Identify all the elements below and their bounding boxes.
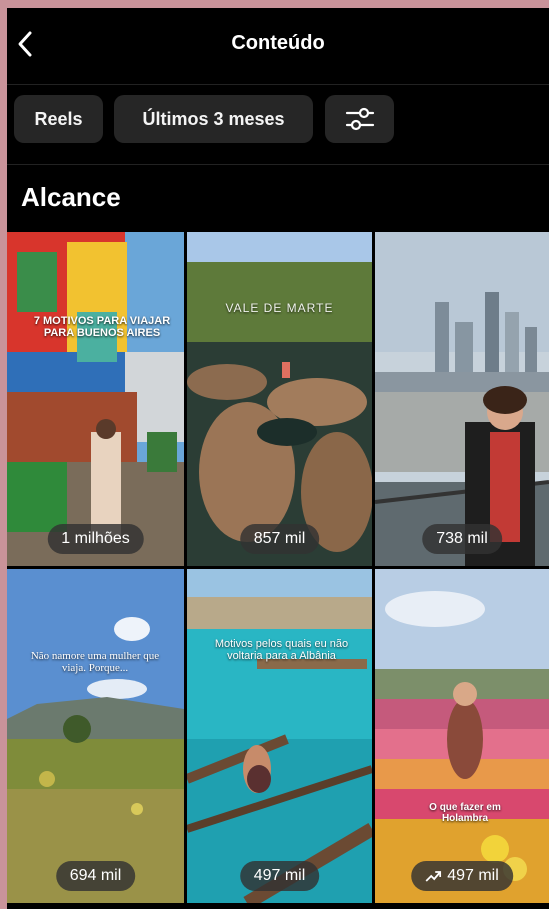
reel-thumbnail[interactable]: VALE DE MARTE 857 mil xyxy=(187,232,372,566)
reel-thumbnail[interactable]: Não namore uma mulher que viaja. Porque.… xyxy=(7,569,184,903)
thumbnail-image xyxy=(7,232,184,566)
reel-overlay-text: O que fazer em Holambra xyxy=(429,802,501,824)
reach-value: 497 mil xyxy=(447,867,499,884)
reach-badge: 694 mil xyxy=(55,861,136,891)
thumbnail-image xyxy=(187,232,372,566)
reel-overlay-text: 7 MOTIVOS PARA VIAJAR PARA BUENOS AIRES xyxy=(33,315,171,339)
filter-bar: Reels Últimos 3 meses xyxy=(7,84,549,165)
content-screen: Conteúdo Reels Últimos 3 meses Alcance 7… xyxy=(7,8,549,909)
reach-badge: 857 mil xyxy=(239,524,320,554)
page-title: Conteúdo xyxy=(231,32,325,54)
reel-thumbnail[interactable]: 738 mil xyxy=(375,232,549,566)
trending-up-icon xyxy=(425,871,442,882)
top-bar: Conteúdo xyxy=(7,8,549,85)
reel-overlay-text: Não namore uma mulher que viaja. Porque.… xyxy=(30,650,160,674)
reach-value: 497 mil xyxy=(253,867,306,884)
thumbnail-image xyxy=(187,569,372,903)
section-title: Alcance xyxy=(21,182,121,212)
reach-value: 694 mil xyxy=(69,867,122,884)
reach-value: 738 mil xyxy=(436,530,488,547)
reel-overlay-text: VALE DE MARTE xyxy=(225,301,334,315)
period-filter-chip[interactable]: Últimos 3 meses xyxy=(114,95,313,143)
reach-badge: 497 mil xyxy=(411,861,513,891)
filter-settings-button[interactable] xyxy=(325,95,394,143)
reach-badge: 497 mil xyxy=(239,861,320,891)
reel-thumbnail[interactable]: O que fazer em Holambra 497 mil xyxy=(375,569,549,903)
reach-badge: 738 mil xyxy=(422,524,502,554)
reels-filter-chip[interactable]: Reels xyxy=(14,95,103,143)
reach-value: 1 milhões xyxy=(61,530,130,547)
reach-value: 857 mil xyxy=(253,530,306,547)
reel-thumbnail[interactable]: 7 MOTIVOS PARA VIAJAR PARA BUENOS AIRES … xyxy=(7,232,184,566)
reel-overlay-text: Motivos pelos quais eu não voltaria para… xyxy=(214,638,349,662)
thumbnail-image xyxy=(7,569,184,903)
reel-thumbnail[interactable]: Motivos pelos quais eu não voltaria para… xyxy=(187,569,372,903)
reach-badge: 1 milhões xyxy=(47,524,144,554)
thumbnail-image xyxy=(375,569,549,903)
thumbnail-image xyxy=(375,232,549,566)
sliders-icon xyxy=(345,107,374,131)
